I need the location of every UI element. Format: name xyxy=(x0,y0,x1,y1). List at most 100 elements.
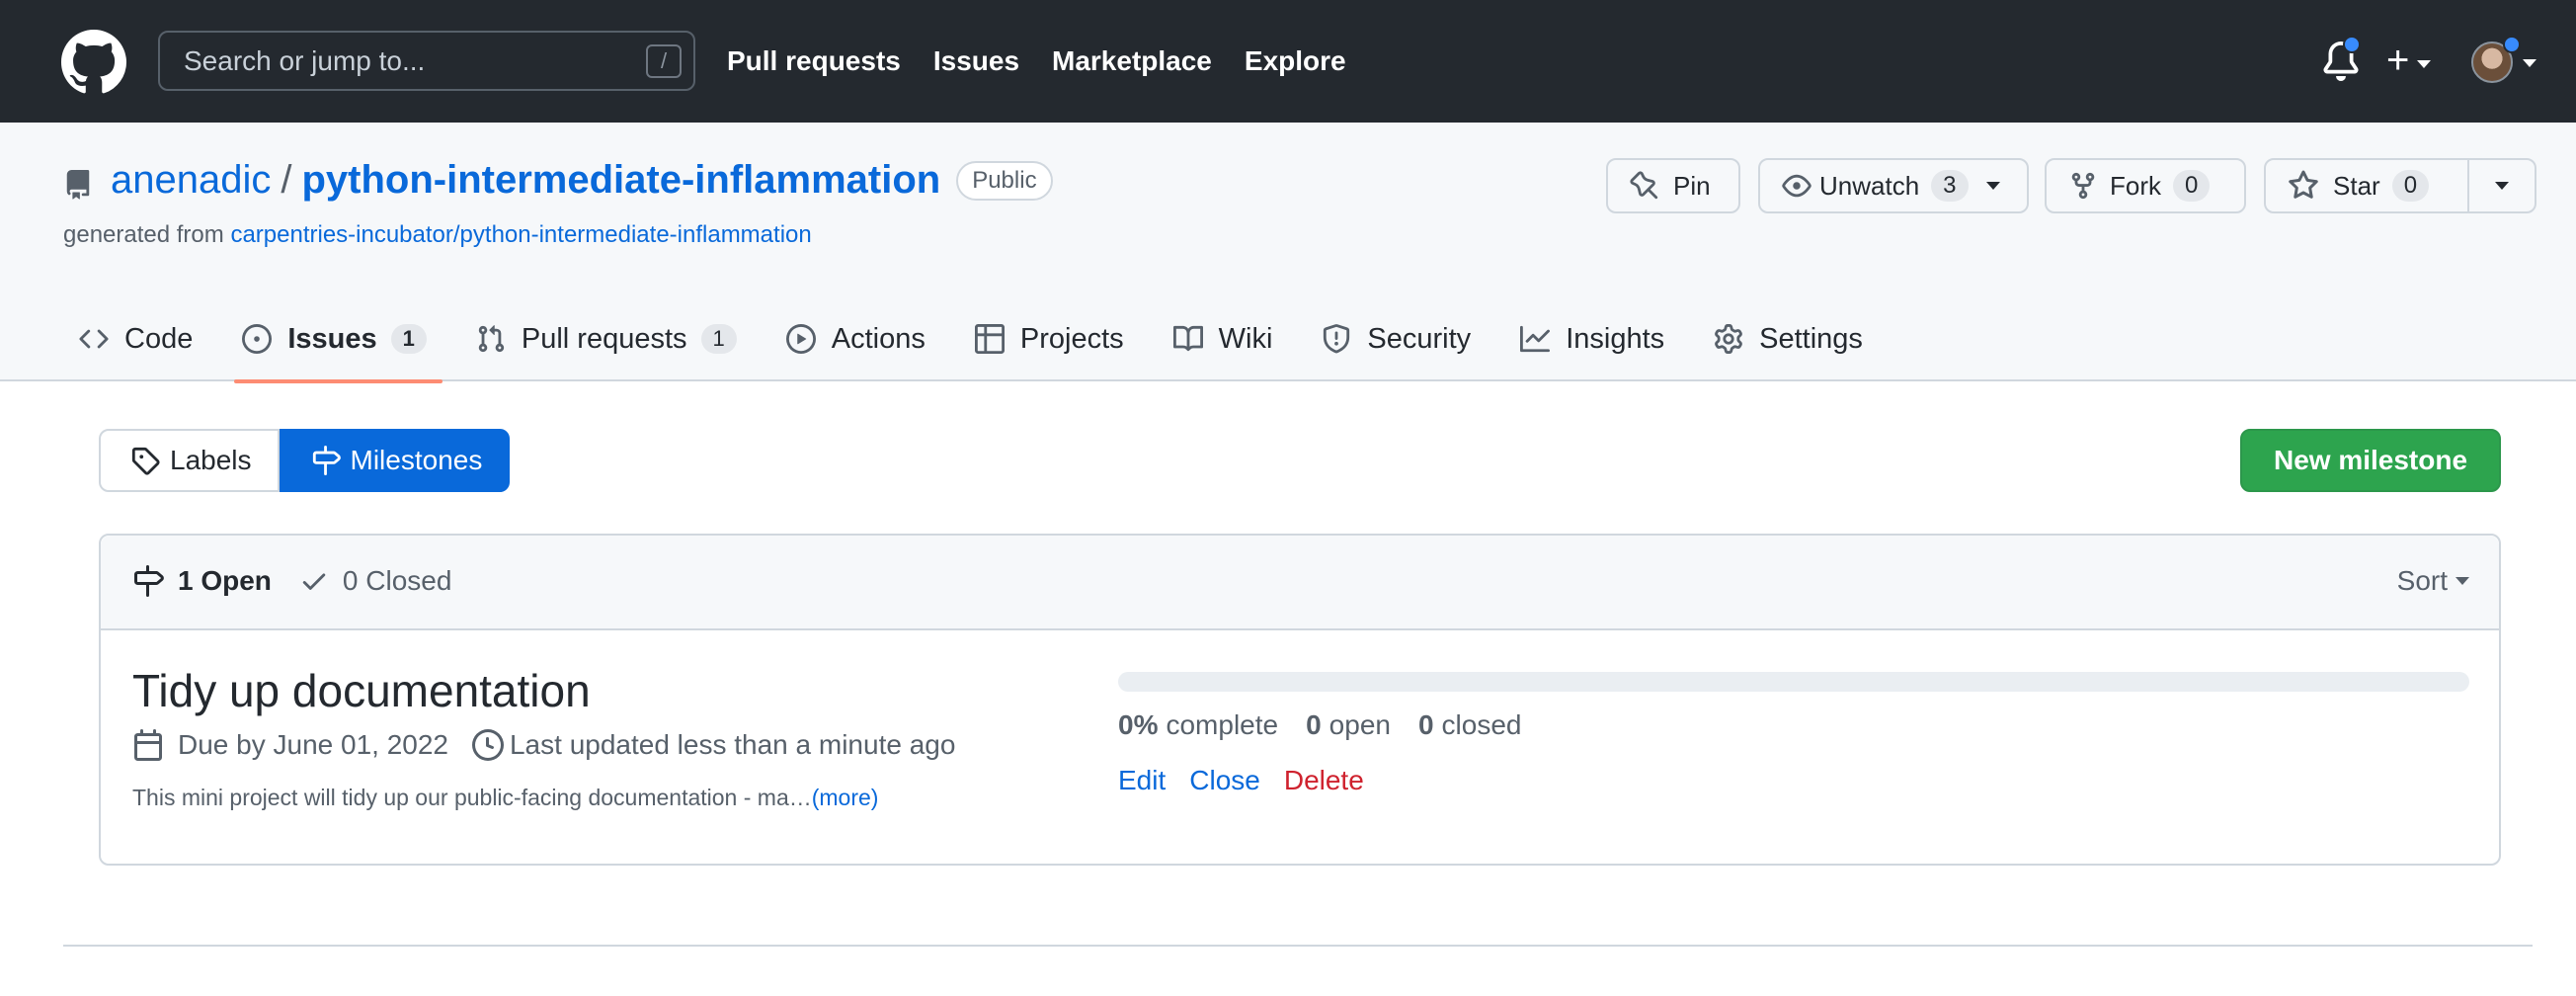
tab-label: Actions xyxy=(831,322,926,355)
new-milestone-button[interactable]: New milestone xyxy=(2240,429,2501,492)
star-icon xyxy=(2289,170,2318,199)
milestones-tab[interactable]: Milestones xyxy=(279,429,511,492)
unwatch-label: Unwatch xyxy=(1819,170,1920,201)
star-button[interactable]: Star 0 xyxy=(2264,158,2469,213)
repo-path-separator: / xyxy=(281,158,292,202)
chevron-down-icon[interactable] xyxy=(2523,59,2536,67)
avatar-status-dot xyxy=(2503,36,2521,53)
shield-icon xyxy=(1324,324,1350,354)
chevron-down-icon xyxy=(1985,182,2000,190)
template-repo-link[interactable]: carpentries-incubator/python-intermediat… xyxy=(230,221,811,248)
star-list-dropdown[interactable] xyxy=(2467,158,2536,213)
tab-settings[interactable]: Settings xyxy=(1698,296,1879,381)
generated-from: generated from carpentries-incubator/pyt… xyxy=(63,221,812,249)
edit-milestone-link[interactable]: Edit xyxy=(1118,765,1166,796)
book-icon xyxy=(1172,325,1203,352)
sort-dropdown[interactable]: Sort xyxy=(2397,565,2469,597)
fork-icon xyxy=(2071,172,2095,200)
milestone-stats: 0% complete 0 open 0 closed xyxy=(1118,709,1549,741)
milestone-icon xyxy=(134,565,164,597)
fork-button[interactable]: Fork 0 xyxy=(2045,158,2246,213)
tab-label: Issues xyxy=(287,322,377,355)
nav-pull-requests[interactable]: Pull requests xyxy=(727,45,901,77)
milestone-title[interactable]: Tidy up documentation xyxy=(132,664,591,717)
complete-value: 0% xyxy=(1118,709,1159,740)
tab-projects[interactable]: Projects xyxy=(959,296,1140,381)
milestone-updated-text: Last updated less than a minute ago xyxy=(509,729,956,760)
create-new-menu[interactable]: + xyxy=(2386,38,2442,83)
chevron-down-icon xyxy=(2417,60,2432,68)
tab-actions[interactable]: Actions xyxy=(770,296,941,381)
closed-filter[interactable]: 0 Closed xyxy=(299,565,452,597)
tab-label: Code xyxy=(124,322,194,355)
open-value: 0 xyxy=(1306,709,1322,740)
labels-tab[interactable]: Labels xyxy=(99,429,280,492)
search-placeholder: Search or jump to... xyxy=(184,44,426,76)
github-logo-icon[interactable] xyxy=(61,30,126,95)
delete-milestone-link[interactable]: Delete xyxy=(1284,765,1364,796)
search-input[interactable]: Search or jump to... / xyxy=(158,31,695,91)
tab-label: Pull requests xyxy=(521,322,687,355)
milestones-box-header: 1 Open 0 Closed Sort xyxy=(101,536,2499,630)
unwatch-button[interactable]: Unwatch 3 xyxy=(1758,158,2029,213)
labels-milestones-subnav: Labels Milestones xyxy=(99,429,511,492)
tab-label: Settings xyxy=(1759,322,1863,355)
tab-security[interactable]: Security xyxy=(1306,296,1487,381)
plus-icon: + xyxy=(2386,38,2410,82)
issues-count: 1 xyxy=(390,324,427,354)
closed-value: 0 xyxy=(1417,709,1434,740)
milestone-description: This mini project will tidy up our publi… xyxy=(132,785,878,811)
open-filter[interactable]: 1 Open xyxy=(132,565,272,597)
tab-issues[interactable]: Issues 1 xyxy=(226,296,443,383)
visibility-badge: Public xyxy=(956,160,1053,201)
global-header: Search or jump to... / Pull requests Iss… xyxy=(0,0,2576,123)
repo-tabs: Code Issues 1 Pull requests 1 Actions Pr… xyxy=(63,296,1896,383)
complete-label: complete xyxy=(1166,709,1279,740)
tab-label: Insights xyxy=(1566,322,1665,355)
chevron-down-icon xyxy=(2495,182,2509,190)
pin-button[interactable]: Pin xyxy=(1606,158,1740,213)
tab-pull-requests[interactable]: Pull requests 1 xyxy=(460,296,753,381)
open-count-label: 1 Open xyxy=(178,565,272,596)
tag-icon xyxy=(131,447,160,475)
closed-label: closed xyxy=(1441,709,1522,740)
nav-marketplace[interactable]: Marketplace xyxy=(1052,45,1212,77)
labels-label: Labels xyxy=(170,445,252,475)
milestones-box: 1 Open 0 Closed Sort Tidy up documentati… xyxy=(99,534,2501,866)
nav-explore[interactable]: Explore xyxy=(1245,45,1346,77)
tab-wiki[interactable]: Wiki xyxy=(1158,296,1289,381)
more-link[interactable]: (more) xyxy=(812,785,879,810)
eye-icon xyxy=(1782,174,1811,198)
table-icon xyxy=(974,324,1005,354)
complete-stat: 0% complete xyxy=(1118,709,1278,741)
milestone-progress-bar xyxy=(1118,672,2469,692)
star-count: 0 xyxy=(2391,170,2430,202)
tab-insights[interactable]: Insights xyxy=(1504,296,1680,381)
open-stat[interactable]: 0 open xyxy=(1306,709,1391,741)
milestones-label: Milestones xyxy=(350,445,483,475)
repo-name-link[interactable]: python-intermediate-inflammation xyxy=(302,158,941,203)
issue-opened-icon xyxy=(242,324,273,354)
pull-requests-count: 1 xyxy=(700,324,737,354)
nav-issues[interactable]: Issues xyxy=(933,45,1019,77)
milestone-due-date: Due by June 01, 2022 xyxy=(178,729,448,760)
closed-count-label: 0 Closed xyxy=(342,565,452,596)
closed-stat[interactable]: 0 closed xyxy=(1418,709,1522,741)
fork-label: Fork xyxy=(2110,170,2161,201)
generated-from-label: generated from xyxy=(63,221,224,248)
milestone-meta: Due by June 01, 2022 Last updated less t… xyxy=(132,729,955,761)
repo-owner-link[interactable]: anenadic xyxy=(111,158,271,203)
star-label: Star xyxy=(2333,170,2380,201)
sort-label: Sort xyxy=(2396,565,2448,596)
fork-count: 0 xyxy=(2173,170,2211,202)
footer-divider xyxy=(63,945,2533,947)
tab-label: Projects xyxy=(1019,322,1124,355)
chevron-down-icon xyxy=(2455,577,2469,585)
watch-count: 3 xyxy=(1931,170,1969,202)
close-milestone-link[interactable]: Close xyxy=(1189,765,1260,796)
state-filters: 1 Open 0 Closed xyxy=(132,565,451,597)
calendar-icon xyxy=(134,729,162,761)
tab-code[interactable]: Code xyxy=(63,296,208,381)
graph-icon xyxy=(1520,325,1551,353)
pin-icon xyxy=(1630,171,1658,200)
